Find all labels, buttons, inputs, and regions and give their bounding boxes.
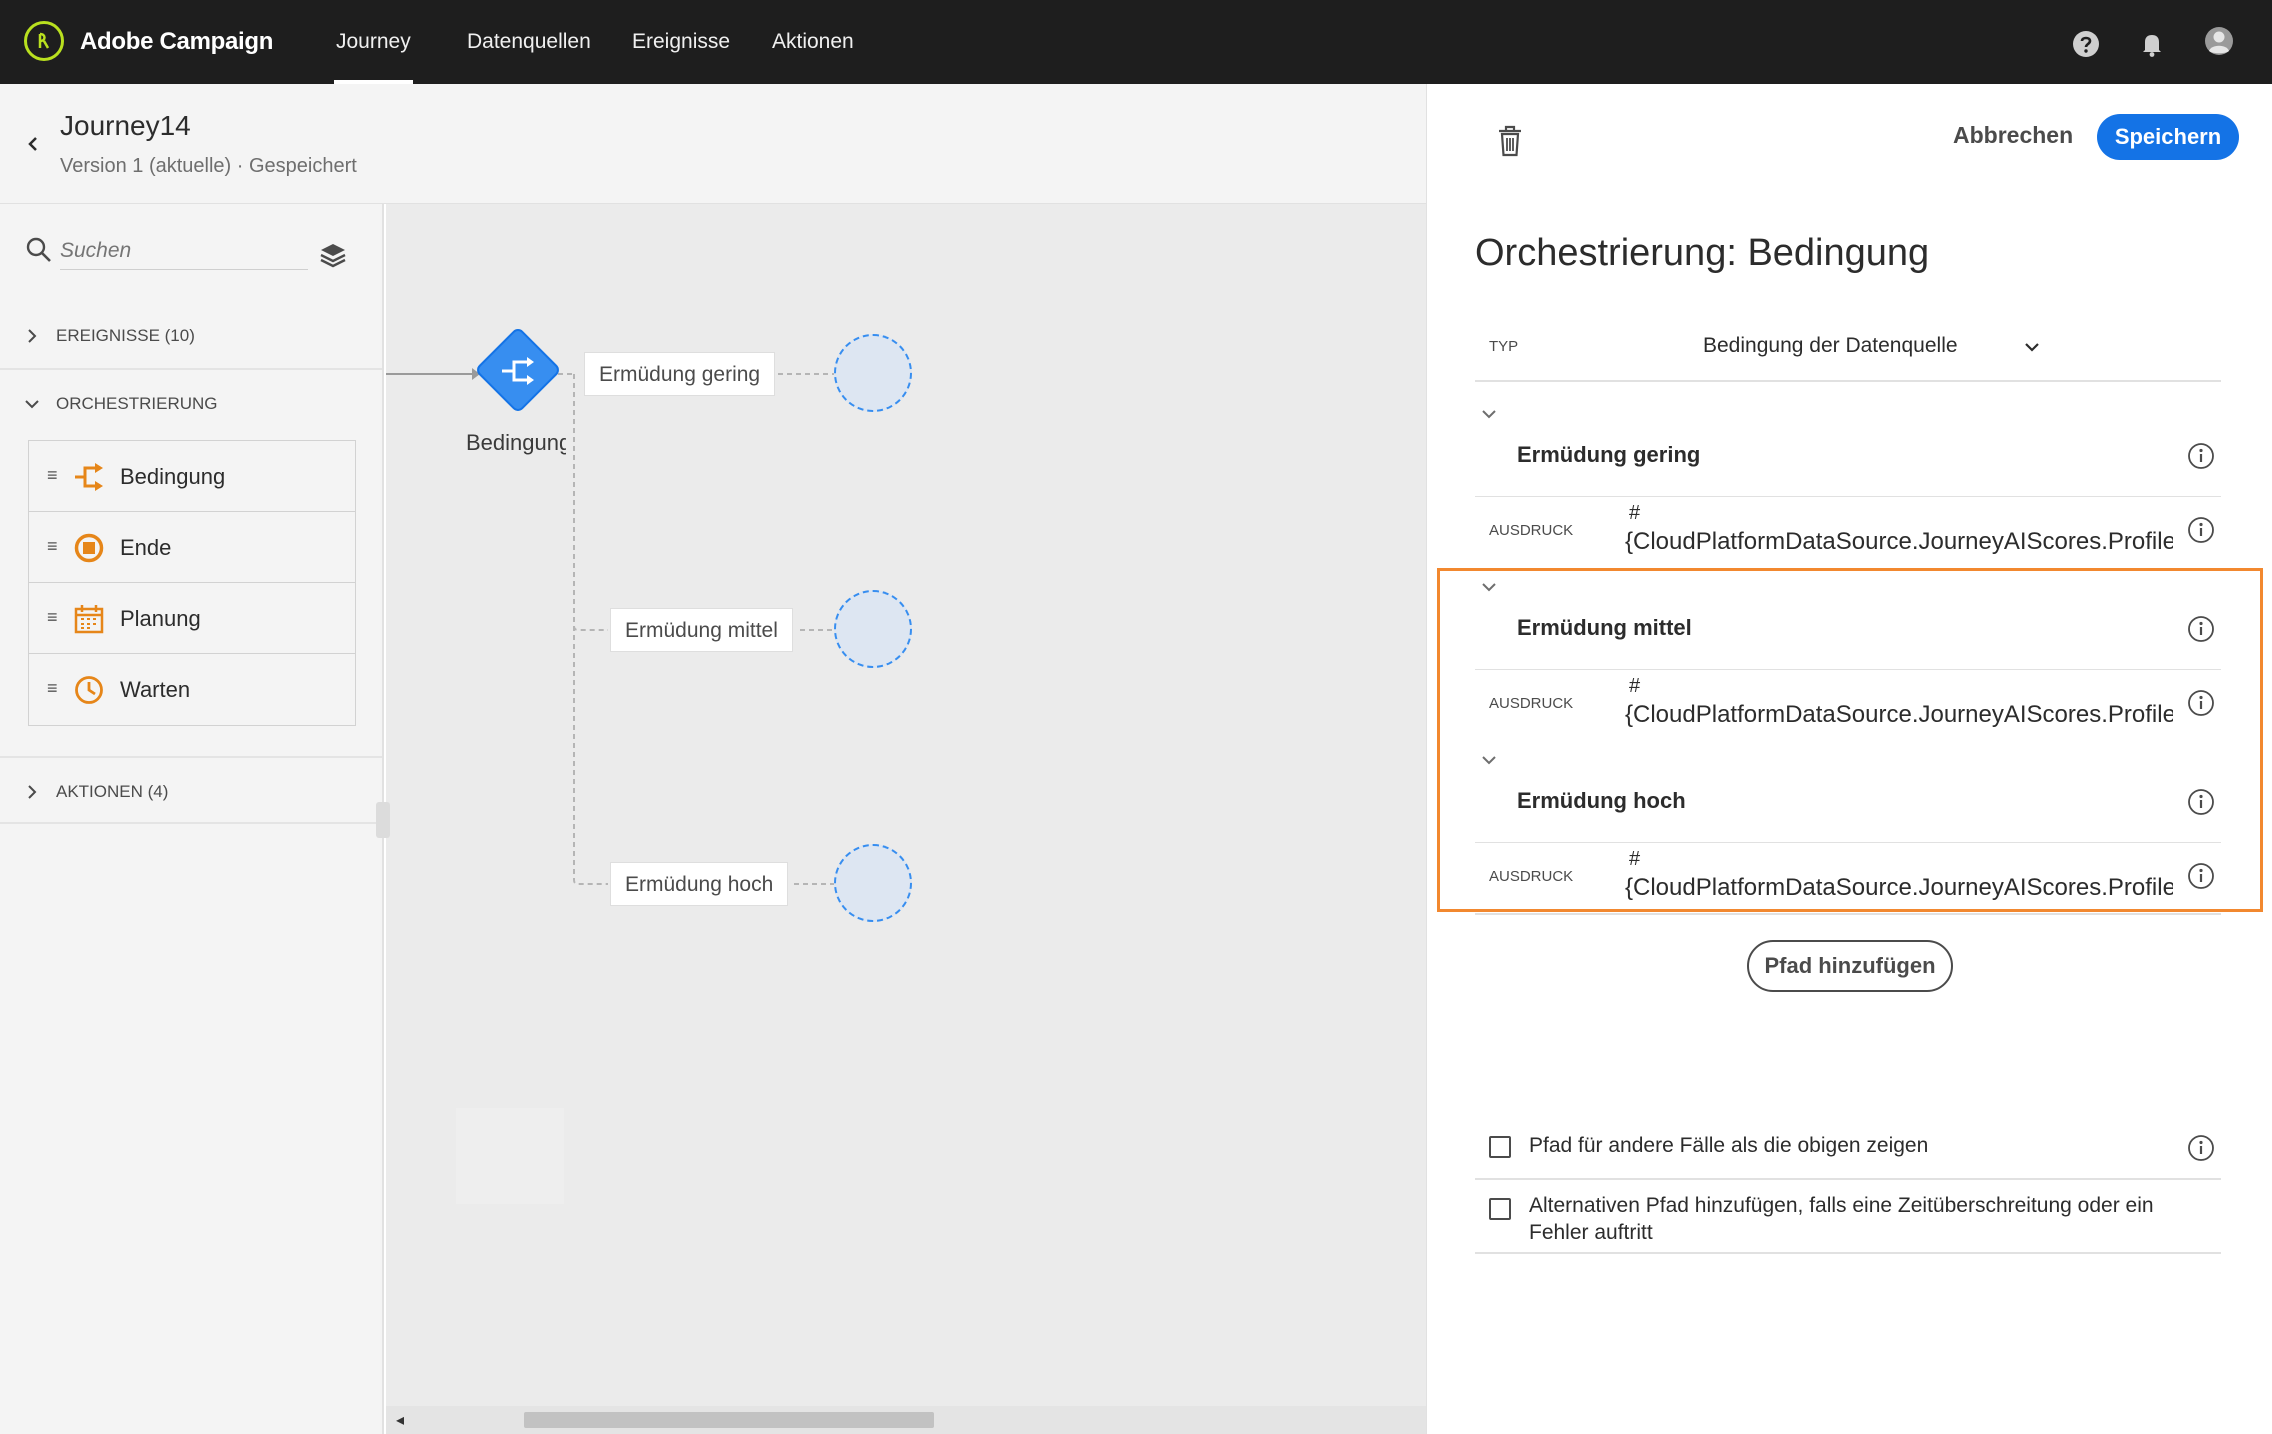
chevron-down-icon — [25, 400, 39, 409]
end-icon — [74, 533, 104, 563]
type-dropdown[interactable]: Bedingung der Datenquelle — [1703, 334, 1958, 358]
divider — [1475, 496, 2221, 497]
calendar-icon — [74, 605, 104, 634]
condition-icon — [75, 463, 103, 491]
palette-item-label: Warten — [120, 677, 191, 702]
expression-label: AUSDRUCK — [1489, 522, 1574, 539]
help-icon[interactable] — [2072, 30, 2100, 58]
info-icon[interactable] — [2187, 442, 2215, 470]
canvas-path-label-gering[interactable]: Ermüdung gering — [584, 352, 776, 396]
palette-item-bedingung[interactable]: ≡ Bedingung — [29, 441, 355, 512]
condition-node-label: Bedingung — [466, 430, 566, 455]
canvas-horizontal-scrollbar[interactable]: ◂ — [386, 1406, 1426, 1434]
section-label: ORCHESTRIERUNG — [56, 394, 218, 413]
condition-type-row: TYP Bedingung der Datenquelle — [1475, 316, 2221, 382]
drag-handle-icon[interactable]: ≡ — [47, 607, 58, 628]
layers-icon[interactable] — [318, 240, 348, 270]
chevron-down-icon[interactable] — [2023, 338, 2041, 356]
section-ereignisse[interactable]: EREIGNISSE (10) — [0, 302, 382, 370]
expression-field[interactable]: {CloudPlatformDataSource.JourneyAIScores… — [1625, 528, 2173, 556]
activity-palette: EREIGNISSE (10) ORCHESTRIERUNG ≡ Bedingu… — [0, 204, 384, 1434]
empty-drop-node[interactable] — [834, 590, 912, 668]
palette-item-label: Planung — [120, 606, 201, 631]
section-aktionen[interactable]: AKTIONEN (4) — [0, 756, 382, 824]
other-cases-label: Pfad für andere Fälle als die obigen zei… — [1529, 1134, 1929, 1157]
chevron-right-icon — [28, 785, 37, 799]
canvas-path-label-hoch[interactable]: Ermüdung hoch — [610, 862, 789, 906]
palette-item-planung[interactable]: ≡ Planung — [29, 583, 355, 654]
journey-version-status: Version 1 (aktuelle) · Gespeichert — [60, 155, 357, 177]
timeout-path-label: Alternativen Pfad hinzufügen, falls eine… — [1529, 1194, 2154, 1244]
empty-drop-node[interactable] — [834, 334, 912, 412]
app-title: Adobe Campaign — [80, 28, 274, 55]
palette-item-ende[interactable]: ≡ Ende — [29, 512, 355, 583]
expression-hash: # — [1629, 502, 1641, 524]
canvas-path-label-mittel[interactable]: Ermüdung mittel — [610, 608, 793, 652]
highlight-frame — [1437, 568, 2263, 912]
chevron-right-icon — [28, 329, 37, 343]
info-icon[interactable] — [2187, 1134, 2215, 1162]
panel-title: Orchestrierung: Bedingung — [1475, 232, 1930, 274]
other-cases-checkbox[interactable] — [1489, 1136, 1511, 1158]
section-orchestrierung[interactable]: ORCHESTRIERUNG — [0, 370, 382, 438]
scroll-left-arrow-icon[interactable]: ◂ — [396, 1410, 404, 1430]
cancel-button[interactable]: Abbrechen — [1953, 122, 2073, 149]
condition-path-name[interactable]: Ermüdung gering — [1517, 442, 1700, 468]
timeout-path-checkbox[interactable] — [1489, 1198, 1511, 1220]
divider — [1475, 913, 2221, 915]
nav-ereignisse[interactable]: Ereignisse — [632, 30, 730, 54]
chevron-down-icon[interactable] — [1479, 404, 1499, 424]
nav-journey[interactable]: Journey — [334, 30, 413, 84]
notifications-bell-icon[interactable] — [2138, 30, 2166, 58]
type-label: TYP — [1489, 338, 1519, 355]
palette-item-warten[interactable]: ≡ Warten — [29, 654, 355, 725]
other-cases-option: Pfad für andere Fälle als die obigen zei… — [1475, 1114, 2221, 1180]
section-label: EREIGNISSE (10) — [56, 326, 195, 345]
section-label: AKTIONEN (4) — [56, 782, 169, 801]
top-navigation-bar: Adobe Campaign Journey Datenquellen Erei… — [0, 0, 2272, 84]
condition-node-icon[interactable] — [476, 328, 561, 413]
timeout-path-option: Alternativen Pfad hinzufügen, falls eine… — [1475, 1182, 2221, 1254]
palette-search-input[interactable] — [60, 232, 308, 270]
trash-icon[interactable] — [1495, 124, 1525, 158]
nav-datenquellen[interactable]: Datenquellen — [467, 30, 591, 54]
nav-aktionen[interactable]: Aktionen — [772, 30, 854, 54]
clock-icon — [75, 676, 103, 704]
drag-handle-icon[interactable]: ≡ — [47, 536, 58, 557]
orchestration-activity-list: ≡ Bedingung ≡ Ende ≡ Planung ≡ Warten — [28, 440, 356, 726]
palette-item-label: Ende — [120, 535, 172, 560]
search-icon — [26, 237, 51, 262]
save-button[interactable]: Speichern — [2097, 114, 2239, 160]
journey-canvas[interactable]: Bedingung Ermüdung gering Ermüdung mitte… — [386, 204, 1426, 1434]
activity-properties-panel: Abbrechen Speichern Orchestrierung: Bedi… — [1426, 84, 2272, 1434]
back-chevron-icon[interactable] — [24, 130, 42, 158]
user-avatar-icon[interactable] — [2204, 26, 2234, 56]
info-icon[interactable] — [2187, 516, 2215, 544]
add-path-button[interactable]: Pfad hinzufügen — [1747, 940, 1953, 992]
scrollbar-thumb[interactable] — [524, 1412, 934, 1428]
drag-handle-icon[interactable]: ≡ — [47, 465, 58, 486]
panel-resize-handle[interactable] — [376, 802, 390, 838]
drag-handle-icon[interactable]: ≡ — [47, 678, 58, 699]
canvas-placeholder-box — [456, 1108, 564, 1204]
palette-item-label: Bedingung — [120, 464, 226, 489]
journey-name[interactable]: Journey14 — [60, 110, 191, 142]
adobe-campaign-logo-icon[interactable] — [24, 21, 64, 61]
empty-drop-node[interactable] — [834, 844, 912, 922]
condition-path-gering: Ermüdung gering AUSDRUCK # {CloudPlatfor… — [1475, 396, 2221, 568]
journey-header: Journey14 Version 1 (aktuelle) · Gespeic… — [0, 84, 1426, 204]
